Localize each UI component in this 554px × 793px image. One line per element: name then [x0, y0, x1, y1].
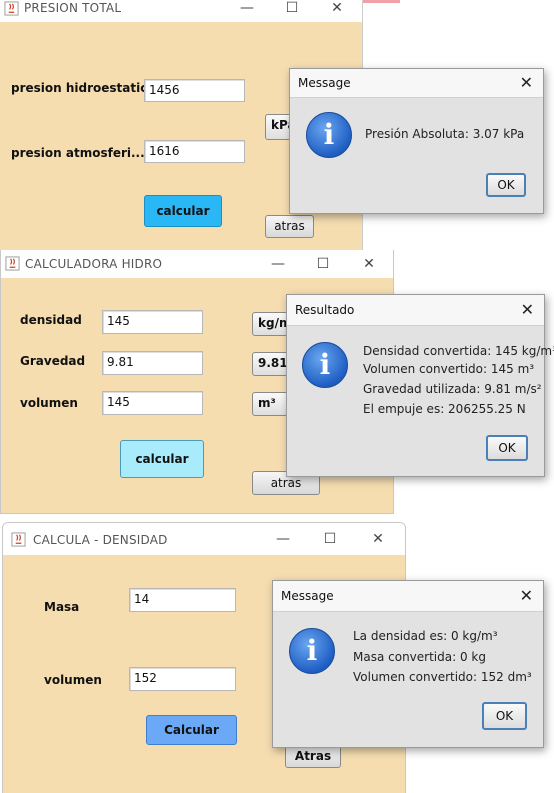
dialog-message: Presión Absoluta: 3.07 kPa — [365, 127, 525, 141]
dialog-line: Gravedad utilizada: 9.81 m/s² — [363, 382, 542, 396]
minimize-icon[interactable]: — — [271, 529, 295, 549]
title-bar: PRESION TOTAL — ☐ ✕ — [0, 0, 362, 22]
java-icon — [5, 256, 20, 271]
title-bar: CALCULA - DENSIDAD — ☐ ✕ — [3, 523, 405, 555]
info-icon: i — [302, 342, 348, 388]
message-dialog: Message ✕ i Presión Absoluta: 3.07 kPa O… — [289, 68, 544, 214]
dialog-title: Message — [298, 76, 351, 90]
dialog-line: Volumen convertido: 145 m³ — [363, 362, 535, 376]
presion-atmosferica-label: presion atmosferi... — [11, 146, 145, 160]
volumen-label: volumen — [20, 396, 78, 410]
dialog-line: La densidad es: 0 kg/m³ — [353, 629, 498, 643]
calcular-button[interactable]: calcular — [144, 195, 222, 227]
minimize-icon[interactable]: — — [266, 254, 290, 274]
dialog-line: El empuje es: 206255.25 N — [363, 402, 526, 416]
dialog-title-bar: Message ✕ — [290, 69, 543, 98]
presion-hidroestatica-label: presion hidroestatica — [11, 81, 156, 95]
atras-button[interactable]: atras — [265, 215, 314, 238]
resultado-dialog: Resultado ✕ i Densidad convertida: 145 k… — [286, 294, 554, 477]
gravedad-input[interactable]: 9.81 — [102, 351, 203, 375]
dialog-title: Message — [281, 589, 334, 603]
maximize-icon[interactable]: ☐ — [280, 0, 304, 18]
gravedad-label: Gravedad — [20, 354, 86, 368]
dialog-line: Densidad convertida: 145 kg/m³ — [363, 344, 554, 358]
volumen-input[interactable]: 145 — [102, 391, 203, 415]
window-title: CALCULADORA HIDRO — [25, 257, 163, 271]
masa-label: Masa — [44, 600, 80, 614]
dialog-title-bar: Resultado ✕ — [287, 295, 544, 326]
ok-button[interactable]: OK — [482, 702, 527, 730]
info-icon: i — [289, 628, 335, 674]
masa-input[interactable]: 14 — [129, 588, 236, 612]
dialog-title-bar: Message ✕ — [273, 581, 543, 612]
dialog-title: Resultado — [295, 303, 355, 317]
presion-atmosferica-input[interactable]: 1616 — [144, 140, 245, 163]
ok-button[interactable]: OK — [486, 173, 526, 197]
dialog-line: Volumen convertido: 152 dm³ — [353, 670, 532, 684]
java-icon — [4, 1, 19, 16]
calcular-button[interactable]: calcular — [120, 440, 204, 478]
calcular-button[interactable]: Calcular — [146, 715, 237, 745]
presion-hidroestatica-input[interactable]: 1456 — [144, 79, 245, 102]
densidad-input[interactable]: 145 — [102, 310, 203, 334]
window-title: PRESION TOTAL — [24, 1, 122, 15]
close-icon[interactable]: ✕ — [520, 73, 533, 92]
window-title: CALCULA - DENSIDAD — [33, 533, 168, 547]
info-icon: i — [306, 112, 352, 158]
minimize-icon[interactable]: — — [235, 0, 259, 18]
dialog-line: Masa convertida: 0 kg — [353, 650, 486, 664]
message-dialog: Message ✕ i La densidad es: 0 kg/m³ Masa… — [272, 580, 544, 748]
close-icon[interactable]: ✕ — [520, 586, 533, 605]
close-icon[interactable]: ✕ — [366, 529, 390, 549]
densidad-label: densidad — [20, 313, 82, 327]
java-icon — [11, 532, 26, 547]
volumen-input[interactable]: 152 — [129, 667, 236, 691]
maximize-icon[interactable]: ☐ — [318, 529, 342, 549]
volumen-label: volumen — [44, 673, 102, 687]
ok-button[interactable]: OK — [486, 435, 528, 461]
close-icon[interactable]: ✕ — [521, 300, 534, 319]
maximize-icon[interactable]: ☐ — [311, 254, 335, 274]
title-bar: CALCULADORA HIDRO — ☐ ✕ — [1, 250, 393, 278]
close-icon[interactable]: ✕ — [357, 254, 381, 274]
close-icon[interactable]: ✕ — [325, 0, 349, 18]
